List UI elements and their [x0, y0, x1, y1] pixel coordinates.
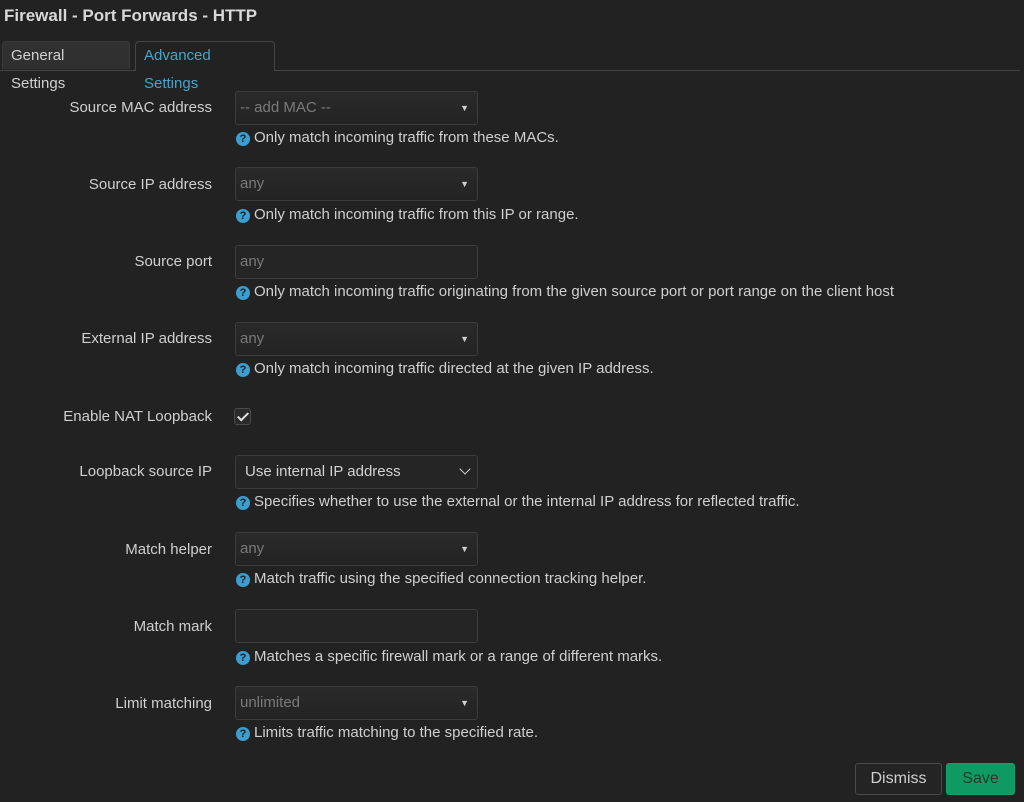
- source-mac-value: -- add MAC --: [240, 99, 331, 116]
- source-ip-dropdown[interactable]: any ▼: [235, 167, 478, 201]
- caret-down-icon: ▼: [460, 334, 469, 344]
- source-mac-help: ? Only match incoming traffic from these …: [236, 129, 559, 146]
- question-circle-icon: ?: [236, 496, 250, 510]
- source-port-placeholder: any: [240, 253, 265, 270]
- checkmark-icon: [236, 409, 250, 422]
- match-helper-label: Match helper: [125, 541, 212, 558]
- limit-matching-help: ? Limits traffic matching to the specifie…: [236, 724, 538, 741]
- match-helper-dropdown[interactable]: any ▼: [235, 532, 478, 566]
- match-helper-value: any: [240, 540, 265, 557]
- external-ip-help: ? Only match incoming traffic directed at…: [236, 360, 654, 377]
- save-button[interactable]: Save: [946, 763, 1015, 795]
- source-mac-dropdown[interactable]: -- add MAC -- ▼: [235, 91, 478, 125]
- caret-down-icon: ▼: [460, 103, 469, 113]
- limit-matching-label: Limit matching: [115, 695, 212, 712]
- tab-bar: General Settings Advanced Settings: [0, 41, 1020, 92]
- external-ip-dropdown[interactable]: any ▼: [235, 322, 478, 356]
- source-ip-value: any: [240, 175, 265, 192]
- match-mark-label: Match mark: [133, 618, 212, 635]
- loopback-source-ip-select[interactable]: Use internal IP address: [235, 455, 478, 489]
- question-circle-icon: ?: [236, 573, 250, 587]
- external-ip-value: any: [240, 330, 265, 347]
- question-circle-icon: ?: [236, 209, 250, 223]
- nat-loopback-checkbox[interactable]: [234, 408, 251, 425]
- match-helper-help: ? Match traffic using the specified conne…: [236, 570, 646, 587]
- source-mac-label: Source MAC address: [69, 99, 212, 116]
- tab-general-settings[interactable]: General Settings: [2, 41, 130, 92]
- limit-matching-value: unlimited: [240, 694, 301, 711]
- limit-matching-dropdown[interactable]: unlimited ▼: [235, 686, 478, 720]
- question-circle-icon: ?: [236, 727, 250, 741]
- dismiss-button[interactable]: Dismiss: [855, 763, 942, 795]
- question-circle-icon: ?: [236, 286, 250, 300]
- caret-down-icon: ▼: [460, 698, 469, 708]
- nat-loopback-label: Enable NAT Loopback: [63, 408, 212, 425]
- chevron-down-icon: [459, 463, 471, 475]
- match-mark-input[interactable]: [235, 609, 478, 643]
- loopback-source-ip-label: Loopback source IP: [79, 463, 212, 480]
- match-mark-help: ? Matches a specific firewall mark or a r…: [236, 648, 662, 665]
- caret-down-icon: ▼: [460, 179, 469, 189]
- question-circle-icon: ?: [236, 651, 250, 665]
- loopback-source-ip-help: ? Specifies whether to use the external o…: [236, 493, 800, 510]
- source-ip-help: ? Only match incoming traffic from this I…: [236, 206, 579, 223]
- caret-down-icon: ▼: [460, 544, 469, 554]
- loopback-source-ip-value: Use internal IP address: [245, 463, 401, 480]
- external-ip-label: External IP address: [81, 330, 212, 347]
- question-circle-icon: ?: [236, 132, 250, 146]
- tab-advanced-settings[interactable]: Advanced Settings: [135, 41, 275, 92]
- page-title: Firewall - Port Forwards - HTTP: [4, 6, 258, 25]
- source-ip-label: Source IP address: [88, 176, 212, 193]
- source-port-input[interactable]: any: [235, 245, 478, 279]
- source-port-help: ? Only match incoming traffic originating…: [236, 283, 894, 300]
- source-port-label: Source port: [134, 253, 212, 270]
- question-circle-icon: ?: [236, 363, 250, 377]
